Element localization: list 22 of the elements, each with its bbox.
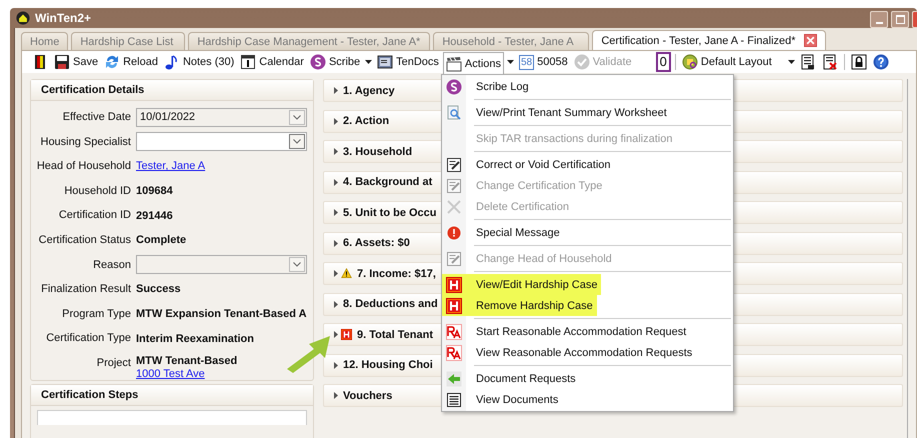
field-value: 109684 <box>136 185 173 198</box>
field-value: MTW Tenant-Based <box>136 355 238 368</box>
panel-header: Certification Details <box>31 80 313 101</box>
field-value: 291446 <box>136 210 173 222</box>
window-title: WinTen2+ <box>35 11 92 25</box>
field-label: Certification ID <box>58 208 131 224</box>
form-number-icon: 58 <box>519 54 534 70</box>
panel-header: Certification Steps <box>31 384 313 406</box>
field-value: MTW Expansion Tenant-Based A <box>136 308 307 320</box>
field-value: Success <box>136 283 181 296</box>
field-value: Complete <box>136 234 186 246</box>
field-label: Finalization Result <box>40 282 131 298</box>
field-label: Household ID <box>63 184 131 199</box>
field-value: Interim Reexamination <box>136 332 254 345</box>
field-label: Project <box>96 356 131 371</box>
field-label: Head of Household <box>36 159 131 174</box>
field-label: Housing Specialist <box>40 134 131 150</box>
field-label: Effective Date <box>62 110 131 125</box>
field-label: Certification Type <box>45 331 131 346</box>
field-label: Certification Status <box>38 232 131 248</box>
field-label: Reason <box>92 258 131 273</box>
field-label: Program Type <box>61 306 131 322</box>
